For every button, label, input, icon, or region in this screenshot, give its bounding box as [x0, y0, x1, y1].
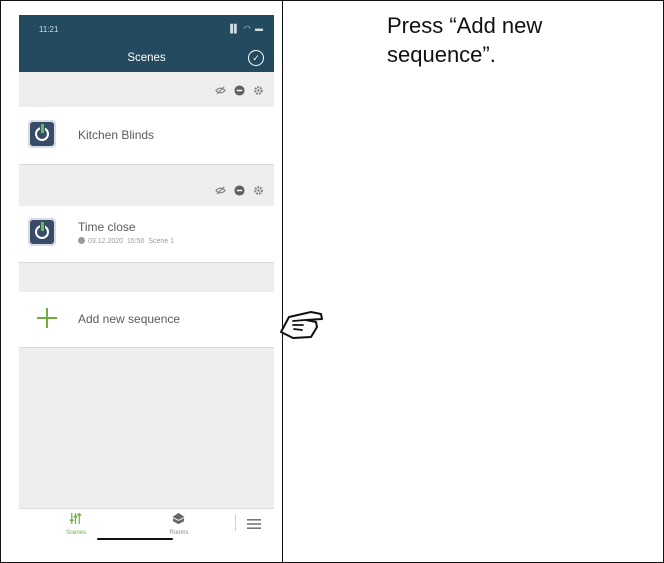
- phone-screen: 11:21 ▐▌ ◠ ▬ Scenes ✓ Kitchen Blinds Tim…: [19, 15, 274, 560]
- bottom-tab-bar: Scenes Rooms: [19, 508, 274, 560]
- gear-icon[interactable]: [253, 185, 264, 196]
- minus-circle-icon[interactable]: [234, 85, 245, 96]
- scene-time: 15:50: [126, 238, 145, 245]
- tab-label: Rooms: [169, 530, 189, 536]
- power-icon[interactable]: [28, 218, 56, 246]
- group-toolbar: [215, 85, 264, 96]
- add-new-sequence-label: Add new sequence: [78, 312, 181, 326]
- group-toolbar: [215, 185, 264, 196]
- plus-icon: [37, 308, 57, 328]
- hamburger-menu-icon[interactable]: [247, 519, 261, 529]
- gear-icon[interactable]: [253, 85, 264, 96]
- done-check-icon[interactable]: ✓: [248, 50, 264, 66]
- scene-meta: 03.12.2020 15:50 Scene 1: [78, 237, 174, 245]
- house-icon: [172, 512, 185, 525]
- tab-label: Scenes: [65, 530, 86, 536]
- column-divider: [282, 0, 283, 563]
- hidden-eye-icon[interactable]: [215, 85, 226, 96]
- app-header: 11:21 ▐▌ ◠ ▬ Scenes ✓: [19, 15, 274, 72]
- scene-name: Time close: [78, 220, 136, 234]
- pointing-hand-icon: [280, 311, 323, 339]
- home-indicator: [97, 538, 173, 540]
- scene-row-kitchen-blinds[interactable]: Kitchen Blinds: [19, 107, 274, 165]
- scene-row-time-close[interactable]: Time close 03.12.2020 15:50 Scene 1: [19, 206, 274, 263]
- clock-icon: [78, 237, 85, 244]
- instruction-text: Press “Add new sequence”.: [387, 13, 543, 67]
- power-icon[interactable]: [28, 120, 56, 148]
- scene-label: Scene 1: [148, 238, 175, 245]
- hidden-eye-icon[interactable]: [215, 185, 226, 196]
- scene-date: 03.12.2020: [88, 238, 124, 245]
- status-time: 11:21: [39, 25, 59, 34]
- scene-name: Kitchen Blinds: [78, 128, 155, 142]
- add-new-sequence-row[interactable]: Add new sequence: [19, 292, 274, 348]
- minus-circle-icon[interactable]: [234, 185, 245, 196]
- sliders-icon: [69, 512, 82, 525]
- tab-separator: [235, 515, 236, 531]
- status-icons: ▐▌ ◠ ▬: [227, 24, 264, 33]
- page-title: Scenes: [127, 52, 166, 64]
